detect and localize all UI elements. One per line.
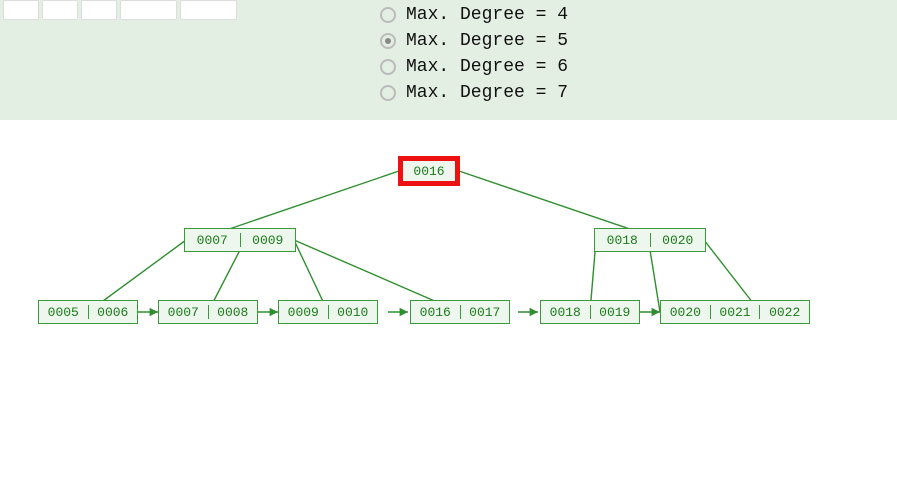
- internal-node-n1: 00070009: [184, 228, 296, 252]
- radio-icon: [380, 7, 396, 23]
- key-cell: 0005: [39, 301, 88, 323]
- leaf-node-l0: 00050006: [38, 300, 138, 324]
- control-bar: Max. Degree = 4 Max. Degree = 5 Max. Degre…: [0, 0, 897, 120]
- internal-node-n2: 00180020: [594, 228, 706, 252]
- key-cell: 0009: [241, 229, 296, 251]
- radio-icon: [380, 33, 396, 49]
- toolbar-button[interactable]: [120, 0, 177, 20]
- key-cell: 0017: [461, 301, 510, 323]
- degree-option-0[interactable]: Max. Degree = 4: [380, 2, 568, 28]
- key-cell: 0009: [279, 301, 328, 323]
- toolbar-button[interactable]: [42, 0, 78, 20]
- leaf-node-l5: 002000210022: [660, 300, 810, 324]
- key-cell: 0007: [159, 301, 208, 323]
- key-cell: 0021: [711, 301, 760, 323]
- toolbar-button[interactable]: [3, 0, 39, 20]
- key-cell: 0016: [403, 161, 455, 181]
- key-cell: 0007: [185, 229, 240, 251]
- key-cell: 0020: [651, 229, 706, 251]
- radio-icon: [380, 59, 396, 75]
- toolbar-button[interactable]: [81, 0, 117, 20]
- leaf-node-l2: 00090010: [278, 300, 378, 324]
- key-cell: 0010: [329, 301, 378, 323]
- leaf-node-l1: 00070008: [158, 300, 258, 324]
- degree-option-label: Max. Degree = 4: [406, 5, 568, 25]
- key-cell: 0006: [89, 301, 138, 323]
- degree-option-label: Max. Degree = 6: [406, 57, 568, 77]
- key-cell: 0016: [411, 301, 460, 323]
- root-node: 0016: [398, 156, 460, 186]
- degree-option-label: Max. Degree = 5: [406, 31, 568, 51]
- key-cell: 0018: [541, 301, 590, 323]
- leaf-node-l4: 00180019: [540, 300, 640, 324]
- degree-option-1[interactable]: Max. Degree = 5: [380, 28, 568, 54]
- toolbar-button[interactable]: [180, 0, 237, 20]
- key-cell: 0022: [760, 301, 809, 323]
- leaf-node-l3: 00160017: [410, 300, 510, 324]
- btree-diagram: 0016000700090018002000050006000700080009…: [0, 120, 897, 500]
- degree-option-2[interactable]: Max. Degree = 6: [380, 54, 568, 80]
- key-cell: 0008: [209, 301, 258, 323]
- key-cell: 0019: [591, 301, 640, 323]
- key-cell: 0020: [661, 301, 710, 323]
- degree-option-3[interactable]: Max. Degree = 7: [380, 80, 568, 106]
- app-frame: Max. Degree = 4 Max. Degree = 5 Max. Degre…: [0, 0, 897, 500]
- radio-icon: [380, 85, 396, 101]
- key-cell: 0018: [595, 229, 650, 251]
- degree-option-label: Max. Degree = 7: [406, 83, 568, 103]
- degree-options: Max. Degree = 4 Max. Degree = 5 Max. Degre…: [380, 2, 568, 106]
